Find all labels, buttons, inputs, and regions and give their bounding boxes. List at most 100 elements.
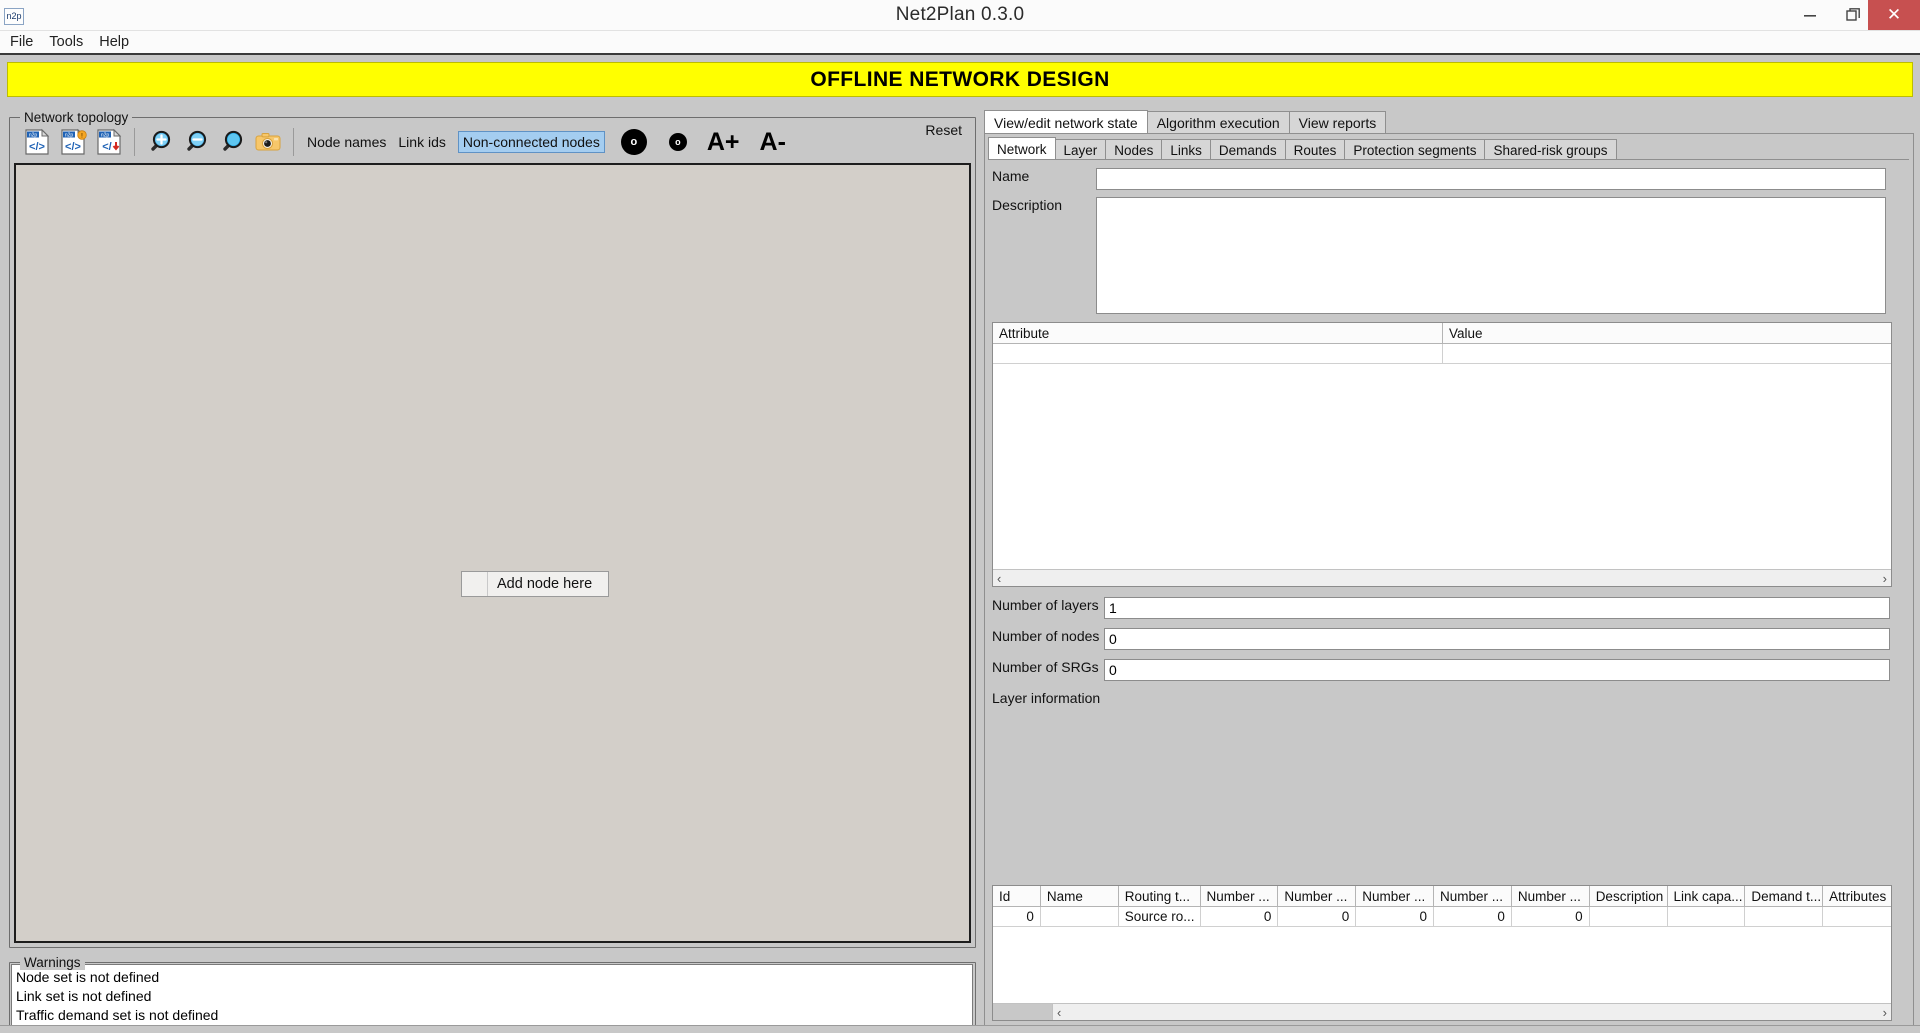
add-node-here-menu-item[interactable]: Add node here	[461, 571, 609, 597]
layer-table-hscrollbar[interactable]: ‹ ›	[1053, 1003, 1891, 1020]
scroll-left-icon[interactable]: ‹	[1057, 1005, 1061, 1020]
outer-tab-bar: View/edit network state Algorithm execut…	[984, 110, 1387, 134]
warnings-panel: Warnings Node set is not defined Link se…	[9, 955, 976, 1027]
add-node-here-label: Add node here	[497, 576, 593, 592]
layer-information-table[interactable]: Id Name Routing t... Number ... Number .…	[992, 885, 1892, 1021]
svg-text:</>: </>	[29, 141, 45, 153]
scroll-right-icon[interactable]: ›	[1883, 1005, 1887, 1020]
number-of-layers-label: Number of layers	[992, 597, 1099, 613]
number-of-nodes-label: Number of nodes	[992, 628, 1100, 644]
column-header-demand-type[interactable]: Demand t...	[1745, 886, 1824, 906]
tab-routes[interactable]: Routes	[1284, 139, 1346, 160]
zoom-in-icon[interactable]	[142, 124, 178, 160]
load-design-warning-icon[interactable]: n2p </> !	[55, 124, 91, 160]
decrease-node-size-button[interactable]: o	[668, 133, 687, 151]
zoom-all-icon[interactable]	[214, 124, 250, 160]
topology-canvas[interactable]: Add node here	[14, 163, 971, 943]
svg-text:n2p: n2p	[101, 133, 110, 139]
column-header-name[interactable]: Name	[1041, 886, 1119, 906]
cell-id[interactable]: 0	[993, 907, 1041, 926]
attributes-table-header: Attribute Value	[993, 323, 1891, 344]
outer-tab-content: Network Layer Nodes Links Demands Routes…	[984, 134, 1914, 1027]
name-input[interactable]	[1096, 168, 1886, 190]
mode-banner: OFFLINE NETWORK DESIGN	[7, 62, 1913, 97]
cell-name[interactable]	[1041, 907, 1119, 926]
scroll-left-icon[interactable]: ‹	[997, 571, 1001, 586]
name-label: Name	[992, 168, 1030, 184]
minimize-button[interactable]	[1788, 0, 1832, 30]
toggle-non-connected-nodes[interactable]: Non-connected nodes	[457, 131, 605, 153]
tab-links[interactable]: Links	[1161, 139, 1211, 160]
column-header-link-capacity[interactable]: Link capa...	[1668, 886, 1746, 906]
attributes-table[interactable]: Attribute Value ‹ ›	[992, 322, 1892, 587]
cell-number-3[interactable]: 0	[1356, 907, 1435, 926]
warning-line: Traffic demand set is not defined	[16, 1007, 219, 1023]
table-row[interactable]: 0 Source ro... 0 0 0 0 0	[993, 907, 1891, 927]
tab-network[interactable]: Network	[988, 137, 1056, 160]
column-header-number-4[interactable]: Number ...	[1434, 886, 1512, 906]
column-header-number-3[interactable]: Number ...	[1356, 886, 1435, 906]
camera-icon[interactable]	[250, 124, 286, 160]
window-title: Net2Plan 0.3.0	[895, 4, 1025, 25]
toggle-link-ids[interactable]: Link ids	[398, 134, 445, 150]
number-of-nodes-input[interactable]	[1104, 628, 1890, 650]
column-header-attributes[interactable]: Attributes	[1823, 886, 1891, 906]
tab-view-reports[interactable]: View reports	[1288, 111, 1387, 134]
column-header-attribute[interactable]: Attribute	[993, 323, 1443, 343]
description-field-row: Description	[992, 197, 1886, 314]
column-header-value[interactable]: Value	[1443, 323, 1891, 343]
attributes-table-hscrollbar[interactable]: ‹ ›	[993, 569, 1891, 586]
column-header-routing-type[interactable]: Routing t...	[1119, 886, 1201, 906]
menu-item-help[interactable]: Help	[91, 32, 137, 52]
main-frame: OFFLINE NETWORK DESIGN Network topology …	[0, 53, 1920, 1033]
description-label: Description	[992, 197, 1063, 213]
cell-attribute[interactable]	[993, 344, 1443, 363]
svg-text:</>: </>	[65, 141, 81, 153]
tab-shared-risk-groups[interactable]: Shared-risk groups	[1484, 139, 1617, 160]
increase-node-size-button[interactable]: o	[620, 129, 647, 155]
toggle-node-names[interactable]: Node names	[307, 134, 386, 150]
number-of-srgs-label: Number of SRGs	[992, 659, 1099, 675]
menu-item-file[interactable]: File	[5, 32, 41, 52]
cell-link-capacity[interactable]	[1668, 907, 1746, 926]
close-button[interactable]: ✕	[1868, 0, 1920, 30]
column-header-number-5[interactable]: Number ...	[1512, 886, 1590, 906]
zoom-out-icon[interactable]	[178, 124, 214, 160]
number-of-layers-input[interactable]	[1104, 597, 1890, 619]
reset-button[interactable]: Reset	[925, 122, 962, 138]
scroll-right-icon[interactable]: ›	[1883, 571, 1887, 586]
cell-value[interactable]	[1443, 344, 1891, 363]
inner-tab-bar: Network Layer Nodes Links Demands Routes…	[988, 137, 1617, 160]
column-header-number-2[interactable]: Number ...	[1278, 886, 1357, 906]
cell-demand-type[interactable]	[1745, 907, 1824, 926]
load-design-icon[interactable]: n2p </>	[19, 124, 55, 160]
increase-font-size-button[interactable]: A+	[707, 128, 740, 157]
menu-item-tools[interactable]: Tools	[41, 32, 91, 52]
tab-protection-segments[interactable]: Protection segments	[1344, 139, 1486, 160]
cell-number-5[interactable]: 0	[1512, 907, 1590, 926]
decrease-font-size-button[interactable]: A-	[760, 128, 786, 157]
svg-text:n2p: n2p	[65, 133, 74, 139]
tab-demands[interactable]: Demands	[1209, 139, 1286, 160]
description-textarea[interactable]	[1096, 197, 1886, 314]
cell-number-1[interactable]: 0	[1201, 907, 1279, 926]
menu-bar: File Tools Help	[0, 31, 1920, 53]
tab-view-edit-network-state[interactable]: View/edit network state	[984, 110, 1148, 134]
save-design-icon[interactable]: n2p </	[91, 124, 127, 160]
column-header-description[interactable]: Description	[1590, 886, 1668, 906]
tab-nodes[interactable]: Nodes	[1105, 139, 1163, 160]
cell-description[interactable]	[1590, 907, 1668, 926]
tab-algorithm-execution[interactable]: Algorithm execution	[1146, 111, 1290, 134]
cell-number-4[interactable]: 0	[1434, 907, 1512, 926]
table-row[interactable]	[993, 344, 1891, 364]
tab-layer[interactable]: Layer	[1054, 139, 1107, 160]
svg-text:</: </	[102, 141, 111, 153]
name-field-row: Name	[992, 168, 1886, 190]
column-header-number-1[interactable]: Number ...	[1201, 886, 1279, 906]
cell-routing-type[interactable]: Source ro...	[1119, 907, 1201, 926]
status-bar	[0, 1025, 1920, 1033]
cell-number-2[interactable]: 0	[1278, 907, 1357, 926]
cell-attributes[interactable]	[1823, 907, 1891, 926]
column-header-id[interactable]: Id	[993, 886, 1041, 906]
number-of-srgs-input[interactable]	[1104, 659, 1890, 681]
